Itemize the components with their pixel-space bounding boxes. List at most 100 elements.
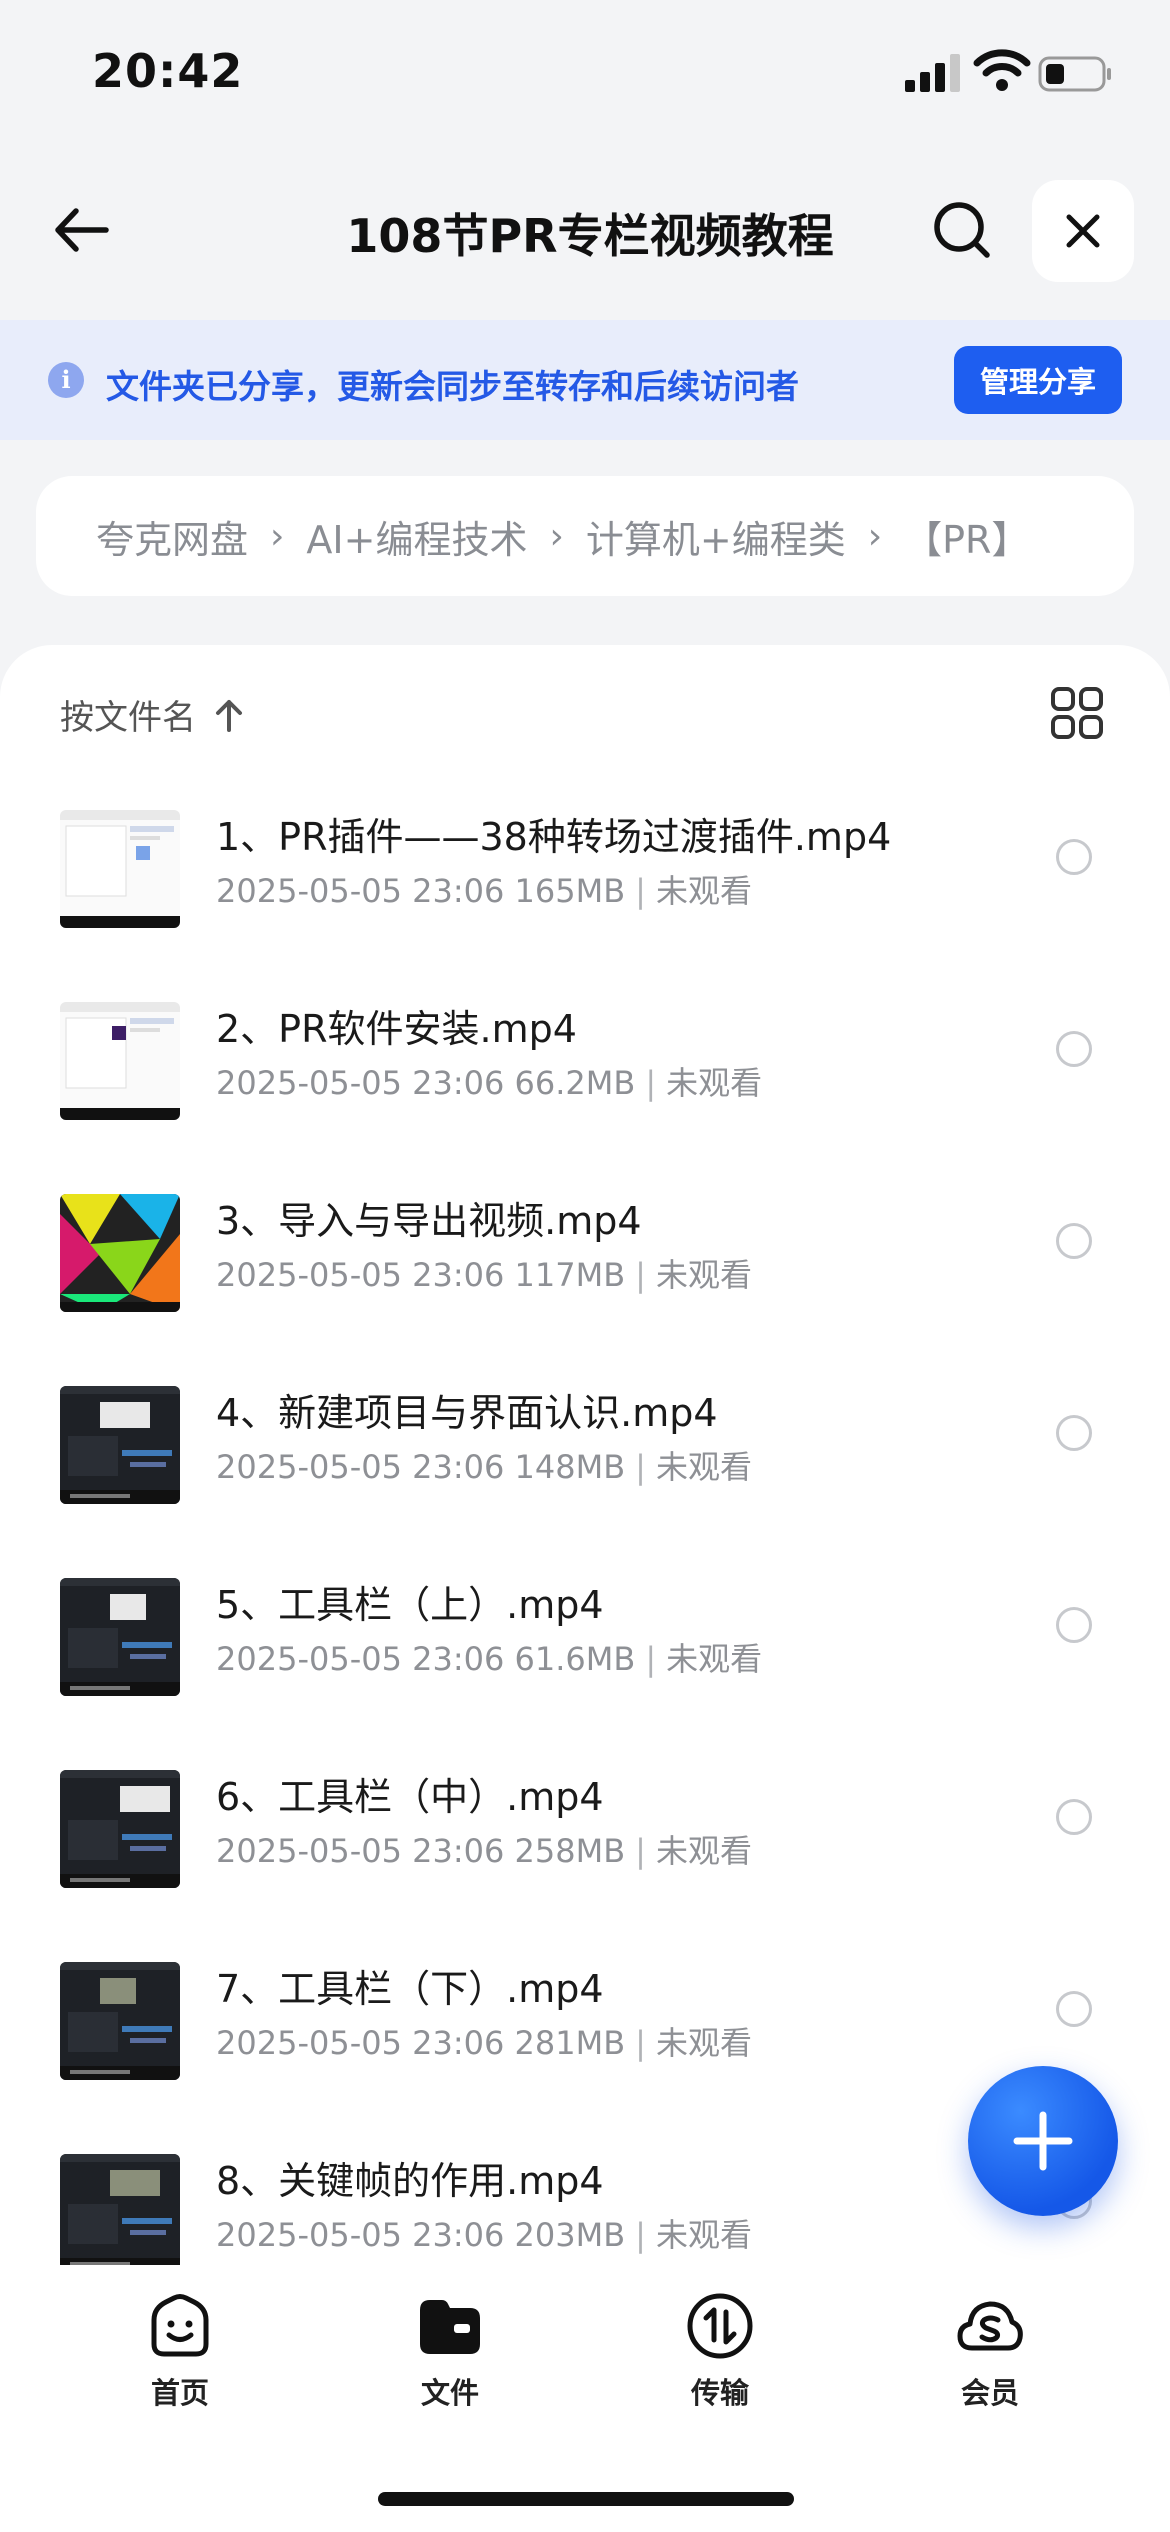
tab-files[interactable]: 文件 — [370, 2290, 530, 2412]
file-date: 2025-05-05 23:06 — [216, 2216, 505, 2254]
tab-home-label: 首页 — [150, 2376, 209, 2410]
select-checkbox[interactable] — [1056, 1607, 1092, 1643]
file-date: 2025-05-05 23:06 — [216, 1640, 505, 1678]
select-checkbox[interactable] — [1056, 1415, 1092, 1451]
file-row[interactable]: 2、PR软件安装.mp4 2025-05-05 23:06 66.2MB | 未观看 — [0, 930, 1170, 1122]
file-thumbnail — [60, 1578, 180, 1696]
meta-separator: | — [635, 1448, 646, 1486]
file-meta: 2025-05-05 23:06 61.6MB | 未观看 — [216, 1634, 762, 1680]
select-checkbox[interactable] — [1056, 1031, 1092, 1067]
breadcrumb-separator: › — [270, 515, 285, 557]
file-row[interactable]: 1、PR插件——38种转场过渡插件.mp4 2025-05-05 23:06 16… — [0, 760, 1170, 930]
meta-separator: | — [635, 1256, 646, 1294]
add-button[interactable] — [968, 2066, 1118, 2216]
battery-icon — [1038, 56, 1111, 92]
file-date: 2025-05-05 23:06 — [216, 1832, 505, 1870]
file-meta: 2025-05-05 23:06 165MB | 未观看 — [216, 866, 752, 912]
search-icon — [934, 202, 990, 258]
file-row[interactable]: 5、工具栏（上）.mp4 2025-05-05 23:06 61.6MB | 未观看 — [0, 1506, 1170, 1698]
file-meta: 2025-05-05 23:06 281MB | 未观看 — [216, 2018, 752, 2064]
file-name: 6、工具栏（中）.mp4 — [216, 1775, 604, 1819]
breadcrumb-separator: › — [549, 515, 564, 557]
sort-by-name-button[interactable]: 按文件名 — [60, 690, 244, 739]
select-checkbox[interactable] — [1056, 1799, 1092, 1835]
select-checkbox[interactable] — [1056, 1223, 1092, 1259]
meta-separator: | — [645, 1640, 657, 1678]
tab-home[interactable]: 首页 — [100, 2290, 260, 2412]
watch-status: 未观看 — [666, 1640, 763, 1678]
file-date: 2025-05-05 23:06 — [216, 1448, 505, 1486]
file-name: 3、导入与导出视频.mp4 — [216, 1199, 642, 1243]
watch-status: 未观看 — [666, 1064, 763, 1102]
tab-transfer[interactable]: 传输 — [640, 2290, 800, 2412]
meta-separator: | — [635, 1832, 646, 1870]
file-name: 1、PR插件——38种转场过渡插件.mp4 — [216, 815, 892, 859]
back-button[interactable] — [40, 190, 120, 270]
file-row[interactable]: 6、工具栏（中）.mp4 2025-05-05 23:06 258MB | 未观看 — [0, 1698, 1170, 1890]
breadcrumb-item-ai-programming[interactable]: AI+编程技术 — [306, 509, 527, 564]
file-name: 8、关键帧的作用.mp4 — [216, 2159, 604, 2203]
signal-icon — [905, 54, 960, 92]
watch-status: 未观看 — [655, 1256, 752, 1294]
watch-status: 未观看 — [655, 2024, 752, 2062]
file-thumbnail — [60, 1770, 180, 1888]
meta-separator: | — [635, 872, 646, 910]
file-meta: 2025-05-05 23:06 117MB | 未观看 — [216, 1250, 752, 1296]
file-thumbnail — [60, 810, 180, 928]
file-meta: 2025-05-05 23:06 148MB | 未观看 — [216, 1442, 752, 1488]
folder-icon — [420, 2300, 480, 2354]
file-name: 5、工具栏（上）.mp4 — [216, 1583, 604, 1627]
watch-status: 未观看 — [655, 1832, 752, 1870]
file-name: 4、新建项目与界面认识.mp4 — [216, 1391, 718, 1435]
manage-share-button[interactable]: 管理分享 — [954, 346, 1122, 414]
search-button[interactable] — [922, 190, 1002, 270]
status-time: 20:42 — [92, 44, 244, 98]
file-name: 7、工具栏（下）.mp4 — [216, 1967, 604, 2011]
file-size: 148MB — [514, 1448, 626, 1486]
file-date: 2025-05-05 23:06 — [216, 872, 505, 910]
vip-cloud-icon — [957, 2301, 1023, 2351]
tab-transfer-label: 传输 — [690, 2376, 749, 2410]
file-meta: 2025-05-05 23:06 66.2MB | 未观看 — [216, 1058, 762, 1104]
select-checkbox[interactable] — [1056, 839, 1092, 875]
breadcrumb-item-quark-drive[interactable]: 夸克网盘 — [96, 509, 248, 564]
grid-view-icon[interactable] — [1050, 686, 1104, 740]
meta-separator: | — [645, 1064, 657, 1102]
file-size: 203MB — [514, 2216, 626, 2254]
watch-status: 未观看 — [655, 1448, 752, 1486]
breadcrumb-item-pr[interactable]: 【PR】 — [904, 509, 1029, 564]
breadcrumb-separator: › — [867, 515, 883, 557]
share-notice-text: 文件夹已分享，更新会同步至转存和后续访问者 — [106, 367, 799, 406]
file-row[interactable]: 7、工具栏（下）.mp4 2025-05-05 23:06 281MB | 未观看 — [0, 1890, 1170, 2082]
meta-separator: | — [635, 2216, 646, 2254]
arrow-up-icon — [216, 699, 242, 732]
file-size: 281MB — [514, 2024, 626, 2062]
close-button[interactable] — [1032, 180, 1134, 282]
select-checkbox[interactable] — [1056, 1991, 1092, 2027]
wifi-icon — [973, 49, 1031, 91]
file-thumbnail — [60, 1962, 180, 2080]
file-size: 117MB — [514, 1256, 626, 1294]
file-thumbnail — [60, 1194, 180, 1312]
breadcrumb: 夸克网盘 › AI+编程技术 › 计算机+编程类 › 【PR】 — [36, 476, 1134, 596]
info-icon: i — [48, 362, 84, 398]
file-size: 165MB — [514, 872, 626, 910]
plus-icon — [1013, 2111, 1073, 2171]
transfer-icon — [687, 2293, 753, 2359]
file-size: 66.2MB — [514, 1064, 636, 1102]
home-indicator — [378, 2492, 794, 2506]
file-thumbnail — [60, 2154, 180, 2265]
file-thumbnail — [60, 1386, 180, 1504]
tab-vip-label: 会员 — [960, 2376, 1019, 2410]
watch-status: 未观看 — [655, 2216, 752, 2254]
breadcrumb-item-computer-programming[interactable]: 计算机+编程类 — [586, 509, 846, 564]
file-thumbnail — [60, 1002, 180, 1120]
page-title: 108节PR专栏视频教程 — [346, 209, 834, 263]
file-list: 1、PR插件——38种转场过渡插件.mp4 2025-05-05 23:06 16… — [0, 760, 1170, 2265]
tab-vip[interactable]: 会员 — [910, 2290, 1070, 2412]
file-row[interactable]: 3、导入与导出视频.mp4 2025-05-05 23:06 117MB | 未观看 — [0, 1122, 1170, 1314]
file-row[interactable]: 4、新建项目与界面认识.mp4 2025-05-05 23:06 148MB | 未观… — [0, 1314, 1170, 1506]
file-date: 2025-05-05 23:06 — [216, 1256, 505, 1294]
file-date: 2025-05-05 23:06 — [216, 1064, 505, 1102]
file-size: 258MB — [514, 1832, 626, 1870]
